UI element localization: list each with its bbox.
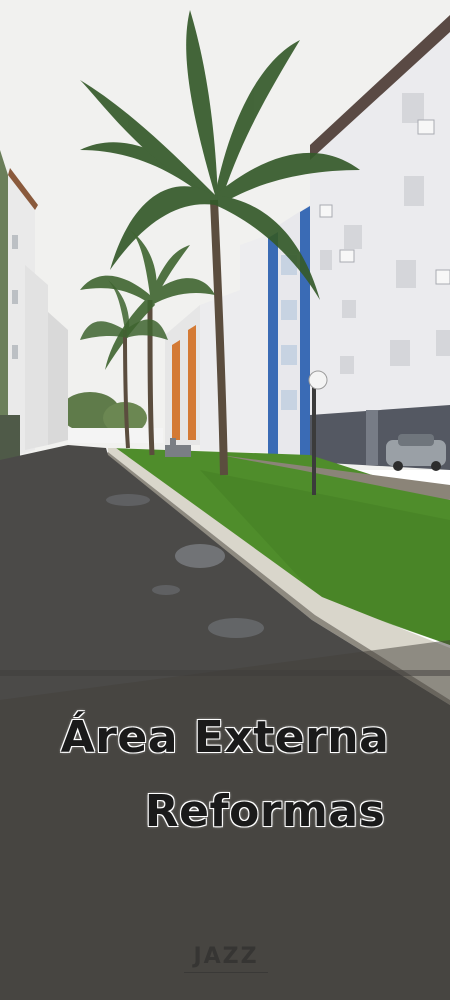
watermark-underline: [184, 972, 268, 973]
scene-illustration: [0, 0, 450, 1000]
caption-line1: Área Externa: [60, 712, 390, 763]
caption-line2: Reformas: [144, 786, 386, 837]
photo-scene: Área Externa Reformas JAZZ: [0, 0, 450, 1000]
brand-watermark: JAZZ: [193, 944, 259, 969]
